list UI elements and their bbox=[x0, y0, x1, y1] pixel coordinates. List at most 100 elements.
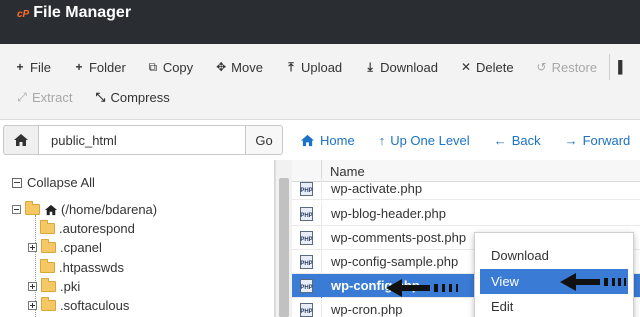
icon-cell: PHP bbox=[292, 225, 322, 250]
php-file-icon: PHP bbox=[300, 230, 313, 245]
php-file-icon: PHP bbox=[300, 302, 313, 317]
tree-item-label: .cpanel bbox=[60, 240, 102, 255]
home-icon bbox=[45, 204, 57, 215]
tree-root-label: (/home/bdarena) bbox=[61, 202, 158, 217]
context-menu-download[interactable]: Download bbox=[480, 243, 628, 268]
folder-icon bbox=[41, 297, 56, 311]
tree-root[interactable]: (/home/bdarena) bbox=[12, 201, 158, 217]
expand-icon bbox=[28, 243, 37, 252]
toolbar-row-2: ⤢ Extract ⤡ Compress bbox=[16, 84, 170, 110]
nav-up-label: Up One Level bbox=[390, 132, 470, 148]
arrow-left-icon: ← bbox=[493, 132, 507, 148]
home-icon bbox=[14, 134, 28, 146]
extract-button[interactable]: ⤢ Extract bbox=[16, 90, 72, 105]
tree-scrollbar[interactable] bbox=[275, 160, 292, 317]
extract-label: Extract bbox=[32, 89, 73, 105]
name-column-header[interactable]: Name bbox=[330, 164, 365, 179]
nav-forward-link[interactable]: → Forward bbox=[565, 133, 631, 148]
expand-icon bbox=[28, 282, 37, 291]
copy-button[interactable]: ⧉ Copy bbox=[147, 59, 194, 75]
upload-button[interactable]: ⤒ Upload bbox=[285, 60, 342, 75]
folder-open-icon bbox=[25, 201, 40, 215]
extract-icon: ⤢ bbox=[17, 89, 27, 104]
toolbar-row-1: + File + Folder ⧉ Copy ✥ Move ⤒ Upload ⤓… bbox=[14, 54, 630, 80]
undo-icon: ↺ bbox=[536, 60, 547, 74]
new-folder-button[interactable]: + Folder bbox=[73, 60, 125, 75]
collapse-icon bbox=[12, 177, 22, 188]
close-icon: ✕ bbox=[460, 60, 472, 74]
delete-label: Delete bbox=[476, 59, 514, 75]
toolbar-divider bbox=[609, 54, 611, 80]
upload-icon: ⤒ bbox=[288, 59, 294, 74]
file-icon: ▌ bbox=[618, 60, 627, 74]
nav-back-link[interactable]: ← Back bbox=[494, 133, 541, 148]
nav-home-label: Home bbox=[320, 132, 355, 148]
tree-item-label: .pki bbox=[60, 279, 81, 294]
icon-cell: PHP bbox=[292, 177, 322, 200]
app-header: cP File Manager bbox=[0, 0, 640, 44]
file-row[interactable]: PHP wp-blog-header.php bbox=[292, 201, 640, 226]
arrow-right-icon: → bbox=[564, 132, 578, 148]
tree-item-label: .autorespond bbox=[59, 221, 135, 236]
overflow-button[interactable]: ▌ bbox=[618, 60, 630, 74]
restore-button[interactable]: ↺ Restore bbox=[536, 60, 598, 75]
annotation-arrow-icon bbox=[386, 279, 458, 297]
home-directory-button[interactable] bbox=[3, 125, 39, 155]
restore-label: Restore bbox=[551, 59, 598, 75]
php-file-icon: PHP bbox=[300, 278, 313, 293]
upload-label: Upload bbox=[300, 59, 343, 75]
plus-icon: + bbox=[16, 60, 24, 74]
path-input[interactable] bbox=[39, 125, 246, 155]
new-file-button[interactable]: + File bbox=[14, 59, 51, 75]
tree-item-autorespond[interactable]: .autorespond bbox=[40, 220, 135, 236]
tree-item-htpasswds[interactable]: .htpasswds bbox=[40, 259, 124, 275]
file-nav-bar: Home ↑ Up One Level ← Back → Forward ↻ bbox=[300, 129, 640, 151]
home-icon bbox=[301, 134, 314, 146]
download-label: Download bbox=[380, 59, 438, 75]
nav-forward-label: Forward bbox=[582, 132, 631, 148]
tree-item-softaculous[interactable]: .softaculous bbox=[28, 297, 130, 313]
toolbar: + File + Folder ⧉ Copy ✥ Move ⤒ Upload ⤓… bbox=[0, 44, 640, 120]
folder-icon bbox=[41, 278, 56, 292]
delete-button[interactable]: ✕ Delete bbox=[460, 60, 514, 75]
new-file-label: File bbox=[30, 59, 51, 75]
nav-home-link[interactable]: Home bbox=[300, 133, 355, 148]
file-row[interactable]: PHP wp-activate.php bbox=[292, 177, 640, 200]
tree-item-pki[interactable]: .pki bbox=[28, 278, 81, 294]
compress-icon: ⤡ bbox=[95, 89, 106, 104]
icon-cell: PHP bbox=[292, 249, 322, 274]
php-file-icon: PHP bbox=[300, 181, 313, 196]
compress-label: Compress bbox=[110, 89, 170, 105]
file-name: wp-cron.php bbox=[331, 302, 403, 317]
icon-cell: PHP bbox=[292, 201, 322, 226]
nav-up-one-level-link[interactable]: ↑ Up One Level bbox=[379, 133, 470, 148]
plus-icon: + bbox=[75, 60, 83, 74]
file-name: wp-blog-header.php bbox=[331, 206, 446, 221]
move-label: Move bbox=[231, 59, 263, 75]
tree-item-label: .softaculous bbox=[60, 298, 130, 313]
scrollbar-thumb[interactable] bbox=[279, 178, 289, 317]
file-name: wp-comments-post.php bbox=[331, 230, 467, 245]
annotation-arrow-icon bbox=[560, 273, 626, 291]
expand-icon bbox=[28, 301, 37, 310]
collapse-all-button[interactable]: Collapse All bbox=[12, 175, 95, 190]
copy-icon: ⧉ bbox=[148, 59, 158, 74]
tree-item-cpanel[interactable]: .cpanel bbox=[28, 239, 102, 255]
move-button[interactable]: ✥ Move bbox=[215, 60, 263, 75]
directory-tree: Collapse All (/home/bdarena) .autorespon… bbox=[0, 160, 275, 317]
go-button[interactable]: Go bbox=[246, 125, 283, 155]
nav-back-label: Back bbox=[511, 132, 541, 148]
level-up-icon: ↑ bbox=[378, 132, 386, 148]
collapse-all-label: Collapse All bbox=[27, 175, 95, 190]
compress-button[interactable]: ⤡ Compress bbox=[94, 89, 170, 105]
context-menu-edit[interactable]: Edit bbox=[480, 294, 628, 317]
download-button[interactable]: ⤓ Download bbox=[364, 60, 438, 75]
brand[interactable]: cP File Manager bbox=[17, 4, 131, 22]
file-name: wp-config-sample.php bbox=[331, 254, 459, 269]
path-bar: Go bbox=[3, 125, 283, 155]
php-file-icon: PHP bbox=[300, 254, 313, 269]
cpanel-logo: cP bbox=[17, 8, 30, 20]
copy-label: Copy bbox=[162, 59, 194, 75]
icon-cell: PHP bbox=[292, 297, 322, 317]
folder-icon bbox=[40, 259, 55, 273]
